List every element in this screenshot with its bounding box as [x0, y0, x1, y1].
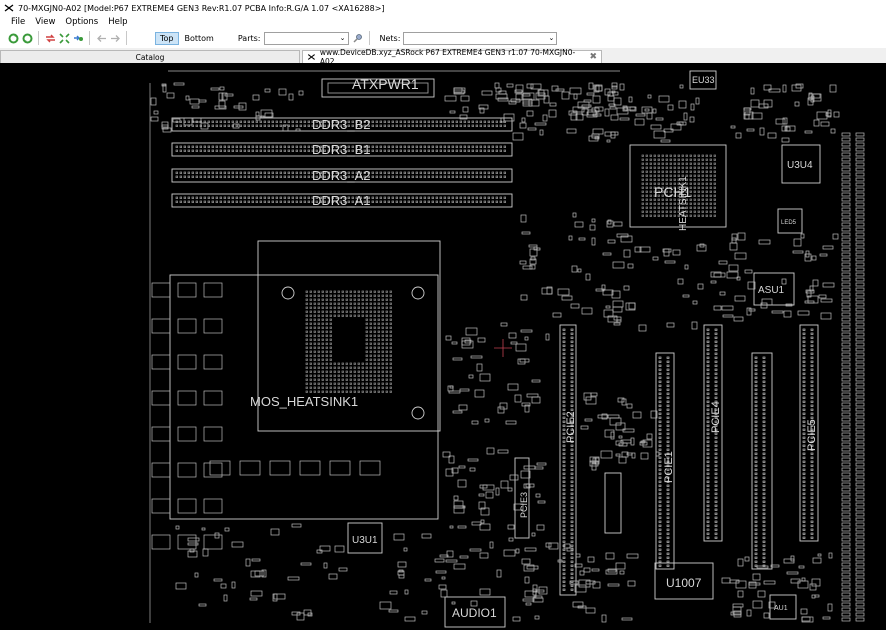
menu-options[interactable]: Options [60, 17, 103, 27]
chevron-down-icon: ⌄ [548, 34, 555, 42]
nets-combo[interactable]: ⌄ [403, 31, 558, 45]
toolbar: Top Bottom Parts: ⌄ Nets: ⌄ [0, 28, 886, 48]
atx-power-label: ATXPWR1 [352, 76, 419, 92]
menu-view[interactable]: View [30, 17, 60, 27]
menu-help[interactable]: Help [103, 17, 132, 27]
open-green-icon[interactable] [20, 31, 34, 45]
ddr-a1-label: DDR3_A1 [312, 193, 371, 208]
u3u1-label: U3U1 [352, 535, 378, 546]
au1-label: AU1 [774, 605, 788, 612]
pcie2-label: PCIE2 [565, 411, 577, 443]
app-icon [4, 4, 14, 12]
u3u4-label: U3U4 [787, 160, 813, 171]
pcie1-label: PCIE1 [663, 451, 675, 483]
toolbar-separator [38, 31, 39, 45]
tab-strip: Catalog www.DeviceDB.xyz_ASRock P67 EXTR… [0, 48, 886, 66]
top-layer-button[interactable]: Top [155, 31, 179, 45]
app-icon [307, 54, 315, 60]
cursor-crosshair [494, 339, 512, 357]
tab-board[interactable]: www.DeviceDB.xyz_ASRock P67 EXTREME4 GEN… [302, 48, 602, 66]
toolbar-separator [368, 31, 370, 45]
pcie3-label: PCIE3 [519, 492, 529, 518]
pcie4-label: PCIE4 [710, 401, 722, 433]
pcie5-label: PCIE5 [806, 419, 818, 451]
fit-icon[interactable] [57, 31, 71, 45]
menu-file[interactable]: File [6, 17, 30, 27]
tab-catalog[interactable]: Catalog [0, 50, 300, 63]
search-icon[interactable] [351, 31, 365, 45]
pcie-small [604, 472, 622, 534]
asu1-label: ASU1 [758, 285, 785, 296]
menu-bar: File View Options Help [0, 16, 886, 28]
eu33-label: EU33 [692, 75, 715, 85]
pcb-layout[interactable]: ATXPWR1 DDR3_B2 DDR3_B1 DDR3_A2 DDR3_A1 … [0, 63, 886, 630]
toolbar-separator [126, 31, 127, 45]
parts-combo[interactable]: ⌄ [263, 31, 349, 45]
tab-catalog-label: Catalog [135, 52, 165, 62]
audio-label: AUDIO1 [452, 606, 497, 620]
parts-label: Parts: [237, 33, 261, 43]
ddr-a2-label: DDR3_A2 [312, 168, 371, 183]
toolbar-separator [89, 31, 90, 45]
reload-green-icon[interactable] [6, 31, 20, 45]
arrows-icon[interactable] [43, 31, 57, 45]
close-icon[interactable]: ✖ [589, 52, 597, 62]
ddr-b1-label: DDR3_B1 [312, 142, 371, 157]
back-icon[interactable] [94, 31, 108, 45]
pcie-slot-2 [559, 324, 577, 596]
chevron-down-icon: ⌄ [339, 34, 346, 42]
window-title: 70-MXGJN0-A02 [Model:P67 EXTREME4 GEN3 R… [18, 3, 385, 13]
u1007-label: U1007 [666, 576, 702, 590]
bottom-layer-button[interactable]: Bottom [181, 33, 218, 44]
mos-heatsink-label: MOS_HEATSINK1 [250, 394, 358, 409]
led5-label: LED5 [781, 220, 797, 226]
heatsink-label: HEATSINK1 [678, 176, 689, 231]
board-canvas[interactable]: ATXPWR1 DDR3_B2 DDR3_B1 DDR3_A2 DDR3_A1 … [0, 63, 886, 630]
forward-icon[interactable] [108, 31, 122, 45]
title-bar: 70-MXGJN0-A02 [Model:P67 EXTREME4 GEN3 R… [0, 0, 886, 16]
zoom-arrows-icon[interactable] [71, 31, 85, 45]
nets-label: Nets: [379, 33, 401, 43]
ddr-b2-label: DDR3_B2 [312, 117, 371, 132]
